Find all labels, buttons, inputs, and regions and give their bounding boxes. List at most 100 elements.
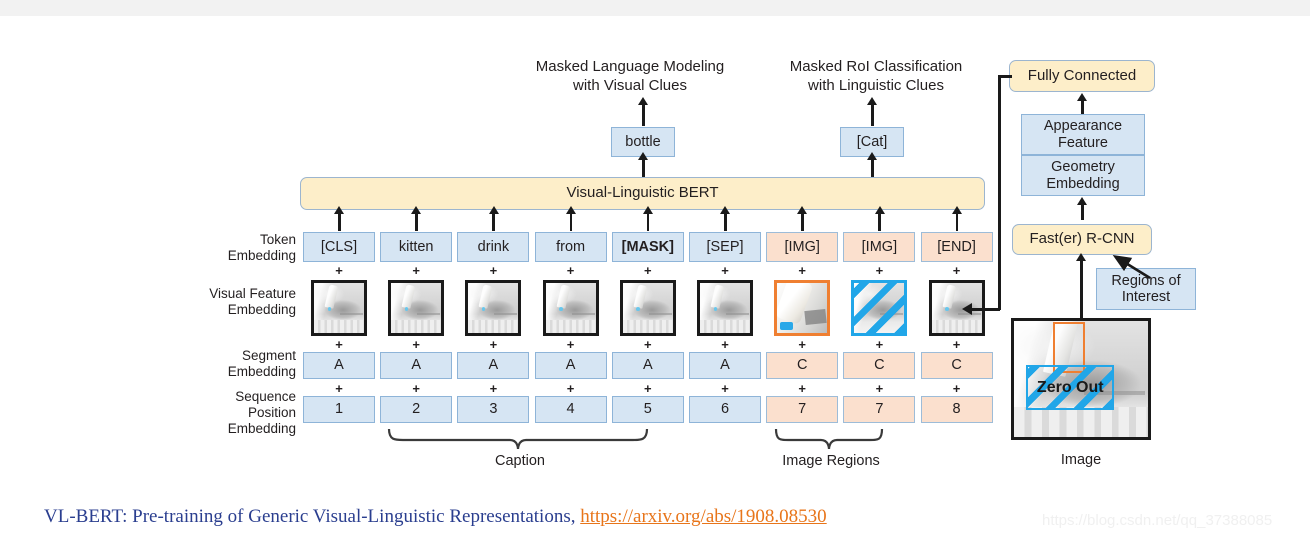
thumb-drape <box>314 320 364 333</box>
figure-canvas: Masked Language Modeling with Visual Clu… <box>0 0 1310 547</box>
position-embedding-label: 8 <box>952 401 961 418</box>
plus-token-visual: + <box>952 263 961 278</box>
token-embedding-label: from <box>556 238 586 255</box>
token-embedding-box[interactable]: [SEP] <box>689 232 761 262</box>
geometry-embedding-box[interactable]: Geometry Embedding <box>1021 155 1145 196</box>
image-regions-brace <box>774 428 884 450</box>
visual-feature-thumbnail <box>851 280 908 336</box>
arrow-bert-to-bottle <box>642 159 645 177</box>
geometry-embedding-line1: Geometry <box>1051 159 1115 176</box>
segment-embedding-box[interactable]: A <box>534 352 607 379</box>
appearance-feature-box[interactable]: Appearance Feature <box>1021 114 1145 155</box>
plus-token-visual: + <box>644 263 652 278</box>
segment-embedding-box[interactable]: A <box>303 352 375 379</box>
citation-url[interactable]: https://arxiv.org/abs/1908.08530 <box>580 506 826 527</box>
row-label-segment-embedding-line: Segment <box>241 348 296 363</box>
thumb-accent <box>713 307 717 311</box>
token-embedding-box[interactable]: [MASK] <box>611 232 684 262</box>
position-embedding-box[interactable]: 4 <box>534 396 607 423</box>
thumb-accent <box>404 307 409 311</box>
plus-visual-segment: + <box>644 337 652 352</box>
zero-out-label: Zero Out <box>1036 378 1104 396</box>
plus-token-visual: + <box>875 263 884 278</box>
row-label-visual-feature-embedding: Visual Feature Embedding <box>178 286 296 318</box>
plus-visual-segment: + <box>721 337 729 352</box>
thumb-accent <box>481 307 486 311</box>
fully-connected-label: Fully Connected <box>1027 66 1137 84</box>
position-embedding-box[interactable]: 7 <box>766 396 839 423</box>
row-label-position-embedding: Sequence Position Embedding <box>178 389 296 437</box>
segment-embedding-box[interactable]: A <box>611 352 684 379</box>
row-label-token-embedding-line: Token <box>259 232 296 247</box>
segment-embedding-label: A <box>565 357 576 374</box>
watermark: https://blog.csdn.net/qq_37388085 <box>1042 512 1273 529</box>
thumb-accent <box>780 322 794 330</box>
segment-embedding-label: A <box>720 357 730 374</box>
position-embedding-box[interactable]: 3 <box>457 396 530 423</box>
regions-of-interest-line2: Interest <box>1121 289 1171 305</box>
roi-box-masked: Zero Out <box>1026 365 1115 411</box>
token-embedding-label: [IMG] <box>784 238 820 255</box>
segment-embedding-label: A <box>642 357 653 374</box>
position-embedding-box[interactable]: 5 <box>611 396 684 423</box>
position-embedding-label: 4 <box>566 401 575 418</box>
visual-feature-thumbnail <box>311 280 367 336</box>
thumb-accent <box>945 307 949 311</box>
plus-token-visual: + <box>335 263 343 278</box>
arrow-token-to-bert <box>724 213 727 231</box>
token-embedding-label: [CLS] <box>320 238 358 255</box>
token-embedding-label: drink <box>477 238 510 255</box>
task-label-mlm: Masked Language Modeling with Visual Clu… <box>500 58 760 96</box>
token-embedding-box[interactable]: drink <box>457 232 530 262</box>
token-embedding-label: [END] <box>937 238 976 255</box>
group-label-caption: Caption <box>440 453 600 469</box>
position-embedding-label: 3 <box>489 401 498 418</box>
plus-token-visual: + <box>489 263 498 278</box>
token-embedding-box[interactable]: [END] <box>920 232 993 262</box>
source-image-caption: Image <box>1011 452 1151 468</box>
plus-visual-segment: + <box>335 337 343 352</box>
segment-embedding-box[interactable]: A <box>380 352 453 379</box>
thumb-accent <box>559 307 563 311</box>
citation-title: VL-BERT: Pre-training of Generic Visual-… <box>44 506 576 527</box>
row-label-visual-feature-embedding-line: Embedding <box>227 301 296 317</box>
source-image-drape <box>1014 406 1148 437</box>
position-embedding-label: 6 <box>720 401 730 418</box>
token-embedding-box[interactable]: kitten <box>380 232 453 262</box>
segment-embedding-box[interactable]: C <box>843 352 916 379</box>
plus-segment-position: + <box>566 381 575 396</box>
segment-embedding-label: C <box>874 357 885 374</box>
position-embedding-box[interactable]: 8 <box>920 396 993 423</box>
position-embedding-box[interactable]: 1 <box>303 396 375 423</box>
caption-brace <box>387 428 649 450</box>
arrow-token-to-bert <box>338 213 341 231</box>
thumb-drape <box>700 320 750 333</box>
task-label-mlm-line1: Masked Language Modeling <box>535 58 725 75</box>
token-embedding-box[interactable]: [CLS] <box>303 232 375 262</box>
task-label-mroi-line2: with Linguistic Clues <box>808 76 944 94</box>
segment-embedding-box[interactable]: A <box>689 352 761 379</box>
thumb-drape <box>468 320 519 333</box>
position-embedding-box[interactable]: 2 <box>380 396 453 423</box>
arrow-token-to-bert <box>878 213 881 231</box>
visual-feature-thumbnail <box>465 280 522 336</box>
position-embedding-box[interactable]: 6 <box>689 396 761 423</box>
segment-embedding-label: A <box>488 357 499 374</box>
plus-segment-position: + <box>412 381 420 396</box>
faster-rcnn-box[interactable]: Fast(er) R-CNN <box>1012 224 1152 255</box>
token-embedding-box[interactable]: from <box>534 232 607 262</box>
segment-embedding-box[interactable]: C <box>920 352 993 379</box>
position-embedding-box[interactable]: 7 <box>843 396 916 423</box>
token-embedding-box[interactable]: [IMG] <box>766 232 839 262</box>
row-label-position-embedding-line: Sequence <box>235 389 296 404</box>
token-embedding-box[interactable]: [IMG] <box>843 232 916 262</box>
plus-segment-position: + <box>644 381 652 396</box>
position-embedding-label: 7 <box>798 401 807 418</box>
arrow-token-to-bert <box>415 213 418 231</box>
arrow-token-to-bert <box>955 213 959 231</box>
fully-connected-box[interactable]: Fully Connected <box>1009 60 1155 92</box>
arrow-rcnn-to-features <box>1081 204 1084 220</box>
segment-embedding-box[interactable]: C <box>766 352 839 379</box>
segment-embedding-box[interactable]: A <box>457 352 530 379</box>
group-label-image-regions-text: Image Regions <box>782 453 880 469</box>
